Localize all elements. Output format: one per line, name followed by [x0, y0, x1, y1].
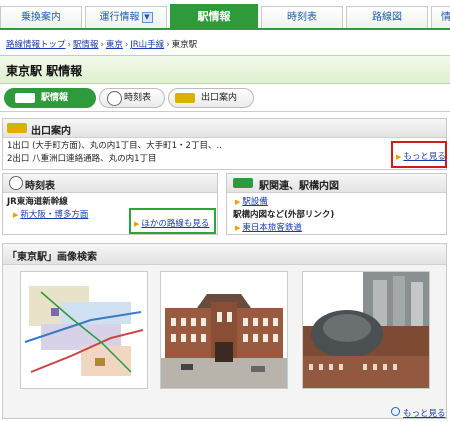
- tab-station-info-label: 駅情報: [197, 10, 231, 23]
- other-lines-text[interactable]: ほかの路線も見る: [141, 219, 209, 229]
- subtab-exit-guide-label: 出口案内: [201, 93, 238, 103]
- station-building-image[interactable]: [160, 271, 288, 389]
- station-map-graphic: [21, 272, 147, 388]
- subtab-timetable[interactable]: 時刻表: [99, 88, 165, 108]
- breadcrumb-yamanote[interactable]: JR山手線: [130, 40, 164, 50]
- station-sign-icon: [233, 178, 253, 188]
- exit-guide-panel: 出口案内 1出口 (大手町方面)、丸の内1丁目、大手町1・2丁目、.. 2出口 …: [2, 118, 447, 170]
- arrow-icon: ▶: [235, 224, 241, 232]
- facilities-link[interactable]: ▶ 駅設備: [235, 195, 268, 207]
- exit-guide-title: 出口案内: [31, 126, 71, 137]
- timetable-direction-link[interactable]: ▶ 新大阪・博多方面: [13, 208, 88, 220]
- top-navigation: 乗換案内 運行情報 ▼ 駅情報 時刻表 路線図 情: [0, 0, 450, 30]
- exit-guide-header: 出口案内: [3, 119, 446, 138]
- timetable-title: 時刻表: [25, 181, 55, 192]
- tab-service-status[interactable]: 運行情報 ▼: [85, 6, 167, 28]
- breadcrumb: 路線情報トップ › 駅情報 › 東京 › JR山手線 › 東京駅: [6, 40, 198, 50]
- breadcrumb-tokyo[interactable]: 東京: [106, 40, 123, 50]
- exit-2-text: 2出口 八重洲口連絡通路、丸の内1丁目: [7, 154, 157, 164]
- station-dome-graphic: [303, 272, 429, 388]
- arrow-icon: ▶: [134, 220, 140, 228]
- tab-station-info[interactable]: 駅情報: [170, 4, 258, 30]
- subtab-station-info[interactable]: 駅情報: [4, 88, 96, 108]
- station-sign-icon: [15, 93, 35, 103]
- subtab-exit-guide[interactable]: 出口案内: [168, 88, 254, 108]
- station-map-subtitle: 駅構内図など(外部リンク): [233, 210, 335, 220]
- station-map-image[interactable]: [20, 271, 148, 389]
- exit-sign-icon: [175, 93, 195, 103]
- breadcrumb-station-info[interactable]: 駅情報: [73, 40, 99, 50]
- exit-more-link[interactable]: ▶ もっと見る: [396, 150, 446, 162]
- breadcrumb-current: 東京駅: [171, 40, 198, 50]
- related-header: 駅関連、駅構内図: [227, 174, 446, 193]
- jr-east-link-text[interactable]: 東日本旅客鉄道: [242, 223, 302, 233]
- related-title: 駅関連、駅構内図: [259, 181, 339, 192]
- page-title: 東京駅 駅情報: [6, 64, 83, 78]
- page-title-bar: 東京駅 駅情報: [0, 55, 450, 84]
- image-search-title: 「東京駅」画像検索: [7, 252, 97, 263]
- tab-info-label: 情: [441, 12, 450, 23]
- tab-timetable-label: 時刻表: [287, 12, 317, 23]
- station-dome-image[interactable]: [302, 271, 430, 389]
- arrow-icon: ▶: [396, 153, 402, 161]
- facilities-link-text[interactable]: 駅設備: [242, 197, 268, 207]
- clock-icon: [107, 91, 122, 106]
- images-more-link[interactable]: もっと見る: [391, 407, 446, 419]
- timetable-header: 時刻表: [3, 174, 217, 193]
- related-panel: 駅関連、駅構内図 ▶ 駅設備 駅構内図など(外部リンク) ▶ 東日本旅客鉄道: [226, 173, 447, 235]
- images-more-link-text[interactable]: もっと見る: [403, 409, 446, 419]
- exit-1-text: 1出口 (大手町方面)、丸の内1丁目、大手町1・2丁目、..: [7, 141, 222, 151]
- tab-service-status-label: 運行情報: [99, 12, 140, 23]
- tab-transfer[interactable]: 乗換案内: [0, 6, 82, 28]
- station-building-graphic: [161, 272, 287, 388]
- clock-icon: [9, 176, 23, 190]
- tab-timetable[interactable]: 時刻表: [261, 6, 343, 28]
- subtab-station-info-label: 駅情報: [41, 93, 69, 103]
- breadcrumb-top[interactable]: 路線情報トップ: [6, 40, 66, 50]
- image-search-header: 「東京駅」画像検索: [3, 244, 446, 265]
- timetable-direction-text[interactable]: 新大阪・博多方面: [20, 210, 88, 220]
- tab-transfer-label: 乗換案内: [21, 12, 61, 23]
- arrow-icon: ▶: [235, 198, 241, 206]
- arrow-icon: ▶: [13, 211, 19, 219]
- exit-more-link-text[interactable]: もっと見る: [403, 152, 446, 162]
- tab-route-map-label: 路線図: [372, 12, 402, 23]
- tab-info-truncated[interactable]: 情: [431, 6, 450, 28]
- tab-route-map[interactable]: 路線図: [346, 6, 428, 28]
- dropdown-arrow-icon[interactable]: ▼: [141, 11, 153, 23]
- timetable-line-name: JR東海道新幹線: [7, 197, 68, 207]
- exit-sign-icon: [7, 123, 27, 133]
- subtab-timetable-label: 時刻表: [124, 93, 152, 103]
- jr-east-link[interactable]: ▶ 東日本旅客鉄道: [235, 221, 302, 233]
- other-lines-link[interactable]: ▶ ほかの路線も見る: [134, 217, 209, 229]
- magnifier-icon: [391, 407, 400, 416]
- divider: [0, 111, 450, 112]
